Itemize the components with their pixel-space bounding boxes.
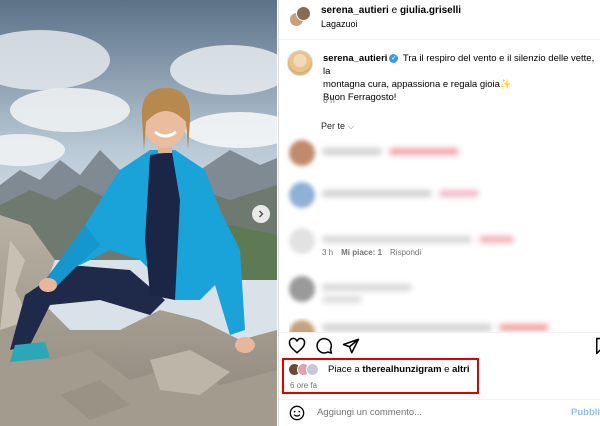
heart-icon[interactable] (288, 337, 306, 355)
post-header: serena_autieri e giulia.griselli Lagazuo… (279, 0, 600, 40)
share-icon[interactable] (342, 337, 360, 355)
comment-likes[interactable]: Mi piace: 1 (341, 248, 382, 257)
avatar (289, 276, 315, 302)
comment-input[interactable] (317, 407, 537, 418)
collab-usernames: serena_autieri e giulia.griselli (321, 5, 461, 16)
blurred-comment-text (322, 148, 382, 155)
comment-item[interactable] (289, 318, 589, 332)
username-link[interactable]: serena_autieri (321, 5, 389, 16)
post-actions (279, 332, 600, 358)
verified-badge-icon: ✓ (389, 53, 399, 63)
comments-filter-dropdown[interactable]: Per te ⌵ (321, 121, 354, 132)
chevron-down-icon: ⌵ (348, 122, 355, 131)
emoji-icon[interactable] (289, 405, 305, 421)
post-details-panel: serena_autieri e giulia.griselli Lagazuo… (278, 0, 600, 426)
avatar (289, 140, 315, 166)
post-image[interactable] (0, 0, 277, 426)
avatar (289, 182, 315, 208)
avatar (289, 228, 315, 254)
caption-line: montagna cura, appassiona e regala gioia… (323, 79, 512, 90)
comment-item[interactable] (289, 274, 589, 303)
caption-timestamp[interactable]: 6 h (323, 95, 335, 105)
username-link[interactable]: giulia.griselli (400, 5, 461, 16)
publish-button[interactable]: Pubblica (571, 407, 600, 418)
comment-item[interactable]: 3 h Mi piace: 1 Rispondi (289, 226, 589, 257)
avatar (306, 363, 319, 376)
blurred-comment-text (322, 296, 362, 303)
add-comment-bar: Pubblica (279, 399, 600, 426)
avatar[interactable] (287, 50, 313, 76)
bookmark-icon[interactable] (593, 337, 600, 355)
avatar (296, 6, 311, 21)
blurred-comment-text (499, 324, 549, 331)
comment-item[interactable] (289, 180, 589, 208)
caption-username[interactable]: serena_autieri (323, 53, 387, 64)
blurred-comment-text (389, 148, 459, 155)
chevron-right-icon (259, 210, 264, 218)
likes-prefix: Piace a (328, 364, 360, 375)
blurred-comment-text (322, 236, 472, 243)
location-link[interactable]: Lagazuoi (321, 19, 358, 29)
and-text: e (444, 364, 450, 375)
blurred-comment-text (439, 190, 479, 197)
liker-username-link[interactable]: therealhunzigram (362, 364, 441, 375)
likers-avatars[interactable] (288, 363, 326, 377)
blurred-comment-text (322, 284, 412, 291)
post-timestamp[interactable]: 6 ore fa (290, 381, 317, 390)
comment-time[interactable]: 3 h (322, 248, 333, 257)
post-photo (0, 0, 277, 426)
blurred-comment-text (479, 236, 514, 243)
reply-button[interactable]: Rispondi (390, 248, 421, 257)
avatar (289, 320, 315, 332)
comment-item[interactable] (289, 138, 589, 166)
blurred-comment-text (322, 190, 432, 197)
comments-filter-label: Per te (321, 121, 346, 131)
blurred-comment-text (322, 324, 492, 331)
collab-avatars[interactable] (289, 6, 311, 28)
comment-icon[interactable] (315, 337, 333, 355)
and-text: e (391, 5, 398, 16)
likes-summary: Piace a therealhunzigram e altri 6 ore f… (282, 358, 479, 394)
caption-text: serena_autieri ✓ Tra il respiro del vento… (323, 52, 599, 104)
others-likes-link[interactable]: altri (452, 364, 469, 375)
likes-text: Piace a therealhunzigram e altri (328, 364, 470, 375)
comment-meta: 3 h Mi piace: 1 Rispondi (322, 248, 421, 257)
carousel-next-button[interactable] (252, 205, 270, 223)
